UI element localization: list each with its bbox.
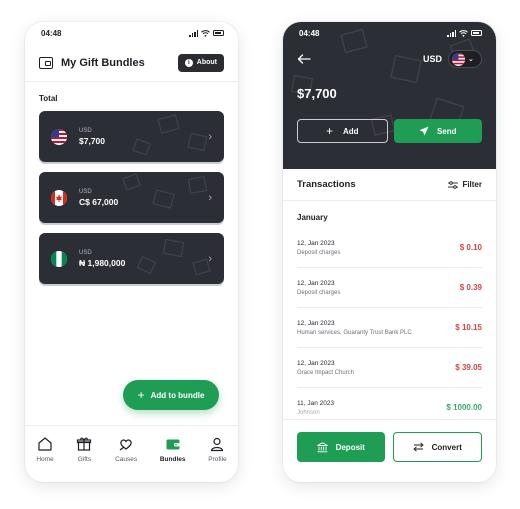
transaction-amount: $ 0.39 xyxy=(459,283,482,292)
gift-icon xyxy=(77,437,92,451)
convert-button[interactable]: Convert xyxy=(392,432,482,462)
header: My Gift Bundles i About xyxy=(25,44,238,82)
tab-causes[interactable]: Causes xyxy=(115,436,137,482)
currency-selector[interactable]: USD ⌄ xyxy=(423,50,482,68)
transaction-row[interactable]: 12, Jan 2023 Human services, Guaranty Tr… xyxy=(297,308,482,348)
tab-home[interactable]: Home xyxy=(36,436,54,482)
bundle-amount: $7,700 xyxy=(79,135,105,146)
ca-flag-icon xyxy=(51,189,67,206)
causes-icon xyxy=(119,439,132,451)
ng-flag-icon xyxy=(51,250,67,267)
gift-bundles-screen: 04:48 My Gift Bundles i About Total USD … xyxy=(25,22,238,482)
status-time: 04:48 xyxy=(299,28,320,38)
send-icon xyxy=(419,126,429,136)
balance-amount: $7,700 xyxy=(297,86,337,101)
tab-profile[interactable]: Profile xyxy=(208,436,227,482)
bundle-detail-screen: 04:48 USD ⌄ $7,700 + Add Send Transactio… xyxy=(283,22,496,482)
send-button[interactable]: Send xyxy=(393,119,482,143)
transaction-amount: $ 1000.00 xyxy=(446,403,482,412)
home-icon xyxy=(38,437,52,451)
wallet-icon xyxy=(166,439,180,450)
chevron-right-icon: › xyxy=(208,130,212,143)
battery-icon xyxy=(471,30,482,36)
filter-icon xyxy=(448,180,459,189)
tab-gifts[interactable]: Gifts xyxy=(76,436,92,482)
convert-icon xyxy=(412,442,424,452)
about-button[interactable]: i About xyxy=(177,53,224,72)
battery-icon xyxy=(213,30,224,36)
bank-icon xyxy=(316,441,328,452)
wifi-icon xyxy=(201,29,210,37)
filter-button[interactable]: Filter xyxy=(448,180,482,189)
info-icon: i xyxy=(184,58,193,67)
plus-icon: + xyxy=(325,124,333,138)
wallet-icon xyxy=(39,56,53,69)
tab-bundles[interactable]: Bundles xyxy=(160,436,186,482)
signal-icon xyxy=(189,29,198,37)
add-to-bundle-button[interactable]: + Add to bundle xyxy=(123,380,219,410)
deposit-button[interactable]: Deposit xyxy=(297,432,385,462)
add-button[interactable]: + Add xyxy=(297,119,388,143)
bottom-action-bar: Deposit Convert xyxy=(283,419,496,482)
bundle-amount: ₦ 1,980,000 xyxy=(79,257,126,268)
transaction-amount: $ 0.10 xyxy=(459,243,482,252)
bundle-card-usd[interactable]: USD $7,700 › xyxy=(39,111,224,162)
status-time: 04:48 xyxy=(41,28,62,38)
us-flag-icon xyxy=(51,128,67,145)
us-flag-icon xyxy=(452,52,465,66)
transaction-amount: $ 10.15 xyxy=(455,323,482,332)
signal-icon xyxy=(447,29,456,37)
transactions-title: Transactions xyxy=(297,179,356,190)
bundle-card-ngn[interactable]: USD ₦ 1,980,000 › xyxy=(39,233,224,284)
chevron-down-icon: ⌄ xyxy=(468,56,474,63)
balance-header: 04:48 USD ⌄ $7,700 + Add Send xyxy=(283,22,496,169)
plus-icon: + xyxy=(137,388,145,402)
page-title: My Gift Bundles xyxy=(61,56,145,69)
transaction-row[interactable]: 12, Jan 2023 Grace Impact Church $ 39.05 xyxy=(297,348,482,388)
profile-icon xyxy=(211,437,224,452)
status-bar: 04:48 xyxy=(283,22,496,44)
transaction-amount: $ 39.05 xyxy=(455,363,482,372)
bottom-tab-bar: Home Gifts Causes Bundles Profile xyxy=(25,425,238,482)
total-label: Total xyxy=(39,94,58,103)
wifi-icon xyxy=(459,29,468,37)
bundle-card-cad[interactable]: USD C$ 67,000 › xyxy=(39,172,224,223)
back-arrow-icon[interactable] xyxy=(297,51,311,67)
chevron-right-icon: › xyxy=(208,191,212,204)
transaction-row[interactable]: 12, Jan 2023 Deposit charges $ 0.10 xyxy=(297,228,482,268)
status-bar: 04:48 xyxy=(25,22,238,44)
bundle-amount: C$ 67,000 xyxy=(79,196,119,207)
month-header: January xyxy=(297,213,328,222)
chevron-right-icon: › xyxy=(208,252,212,265)
transaction-row[interactable]: 12, Jan 2023 Deposit charges $ 0.39 xyxy=(297,268,482,308)
